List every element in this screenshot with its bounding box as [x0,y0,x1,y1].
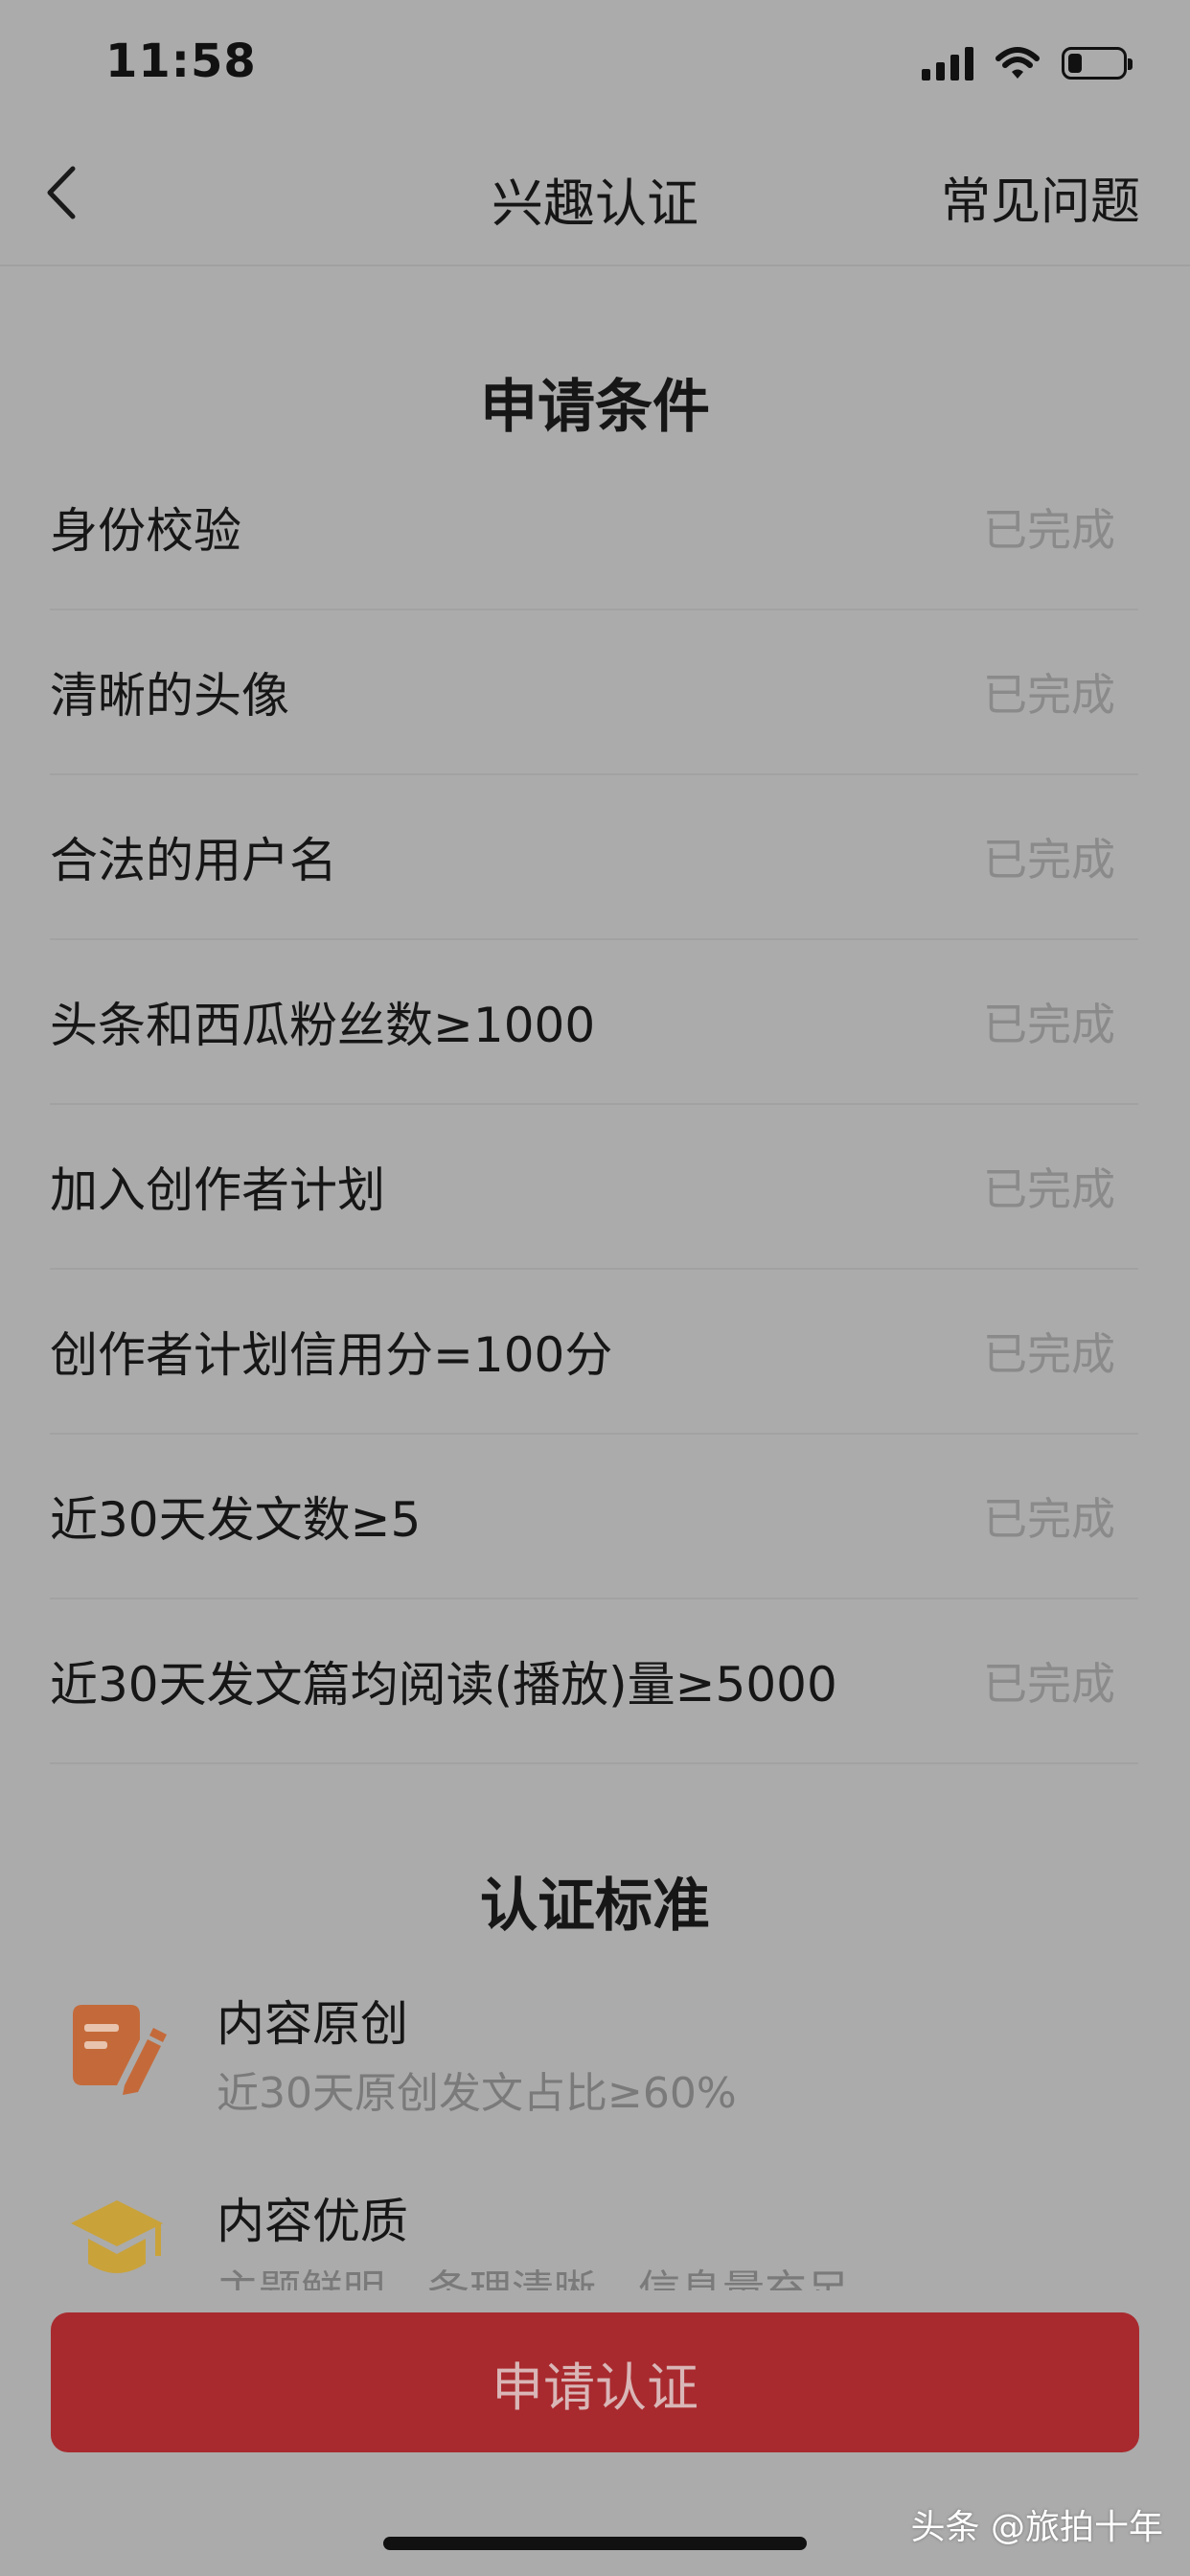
requirement-status: 已完成 [983,1493,1115,1545]
requirement-label: 清晰的头像 [50,668,289,724]
requirement-row: 近30天发文篇均阅读(播放)量≥5000 已完成 [50,1599,1138,1764]
watermark: 头条 @旅拍十年 [910,2508,1163,2547]
standard-desc: 主题鲜明，条理清晰，信息量充足 [217,2256,849,2290]
requirement-row: 近30天发文数≥5 已完成 [50,1435,1138,1599]
requirements-list: 身份校验 已完成 清晰的头像 已完成 合法的用户名 已完成 头条和西瓜粉丝数≥1… [50,446,1138,1764]
status-bar: 11:58 [0,0,1190,125]
status-time: 11:58 [105,34,257,88]
requirement-label: 身份校验 [50,503,241,559]
requirement-label: 创作者计划信用分=100分 [50,1327,613,1383]
requirements-title: 申请条件 [480,374,710,441]
requirement-row: 头条和西瓜粉丝数≥1000 已完成 [50,940,1138,1105]
requirement-row: 合法的用户名 已完成 [50,775,1138,940]
requirement-row: 创作者计划信用分=100分 已完成 [50,1270,1138,1435]
battery-level-fill [1068,54,1082,73]
requirement-label: 近30天发文数≥5 [50,1492,422,1548]
edit-document-icon [73,2005,167,2095]
standard-title: 内容原创 [217,1996,408,2052]
standard-title: 内容优质 [217,2194,408,2249]
requirement-label: 近30天发文篇均阅读(播放)量≥5000 [50,1657,837,1713]
requirement-status: 已完成 [983,1328,1115,1380]
requirement-status: 已完成 [983,1658,1115,1710]
requirement-status: 已完成 [983,669,1115,721]
faq-link[interactable]: 常见问题 [941,161,1140,233]
requirement-row: 清晰的头像 已完成 [50,610,1138,775]
requirement-status: 已完成 [983,999,1115,1050]
requirement-status: 已完成 [983,834,1115,886]
requirement-row: 加入创作者计划 已完成 [50,1105,1138,1270]
standard-item: 内容原创 近30天原创发文占比≥60% [0,1986,1190,2168]
requirement-row: 身份校验 已完成 [50,446,1138,610]
requirement-status: 已完成 [983,504,1115,556]
requirement-status: 已完成 [983,1163,1115,1215]
home-indicator [383,2537,807,2550]
apply-certification-button[interactable]: 申请认证 [51,2312,1139,2452]
standard-item: 内容优质 主题鲜明，条理清晰，信息量充足 [0,2183,1190,2290]
wifi-icon [995,47,1040,79]
standards-list: 内容原创 近30天原创发文占比≥60% 内容优质 主题鲜明，条理清晰，信息量充足 [0,1802,1190,2290]
battery-icon [1062,47,1133,80]
cellular-signal-icon [922,46,973,80]
standard-desc: 近30天原创发文占比≥60% [217,2069,737,2118]
nav-bar: 兴趣认证 常见问题 [0,125,1190,266]
status-icons [922,42,1133,84]
requirement-label: 加入创作者计划 [50,1162,385,1218]
graduation-cap-icon [71,2200,163,2273]
requirement-label: 头条和西瓜粉丝数≥1000 [50,998,596,1053]
requirement-label: 合法的用户名 [50,833,337,888]
